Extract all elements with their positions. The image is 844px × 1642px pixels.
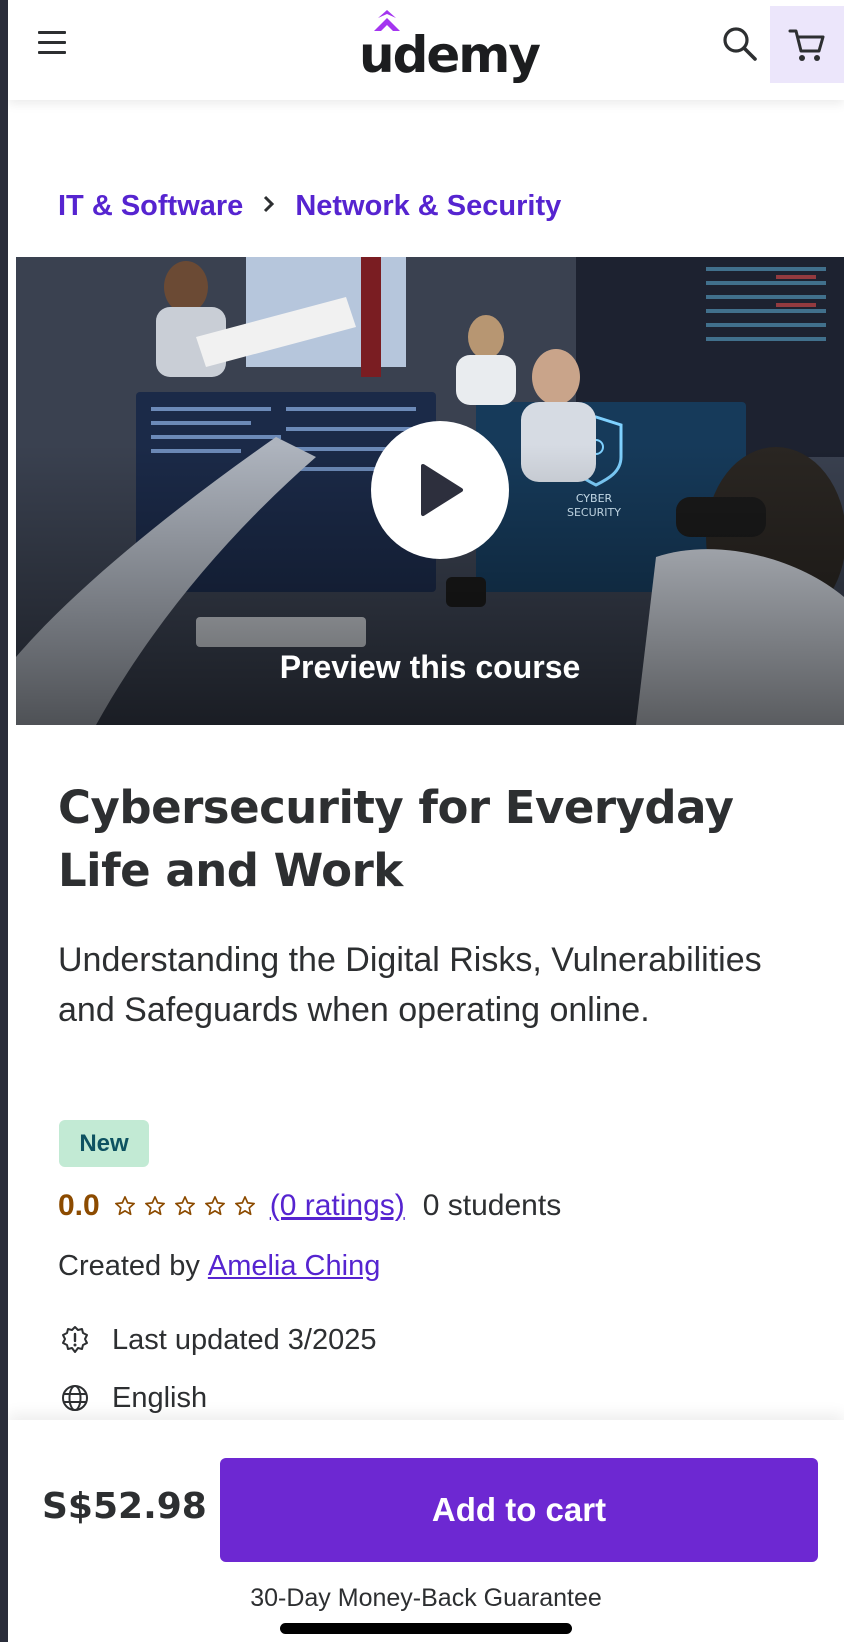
last-updated-text: Last updated 3/2025	[112, 1323, 377, 1356]
new-badge: New	[59, 1120, 149, 1167]
course-price: S$52.98	[42, 1486, 207, 1527]
play-icon[interactable]	[371, 421, 509, 559]
created-by: Created by Amelia Ching	[58, 1246, 380, 1286]
language-row: English	[60, 1378, 207, 1418]
shopping-cart-icon[interactable]	[770, 6, 844, 83]
udemy-logo[interactable]: udemy	[359, 10, 541, 80]
ratings-count-link[interactable]: (0 ratings)	[270, 1189, 405, 1223]
course-title: Cybersecurity for Everyday Life and Work	[58, 781, 734, 897]
language-text: English	[112, 1381, 208, 1414]
hamburger-menu-icon[interactable]	[30, 24, 74, 60]
created-by-label: Created by	[58, 1249, 200, 1282]
rating-row: 0.0 (0 ratings) 0 students	[58, 1186, 561, 1226]
breadcrumb-item-it-software[interactable]: IT & Software	[58, 190, 243, 223]
home-indicator	[280, 1623, 572, 1634]
course-page: udemy IT & Software Network & Security P…	[8, 0, 844, 1642]
top-header: udemy	[8, 0, 844, 100]
star-empty-icon	[144, 1196, 165, 1216]
breadcrumb: IT & Software Network & Security	[58, 186, 561, 226]
star-empty-icon	[204, 1196, 225, 1216]
logo-wordmark: udemy	[359, 26, 541, 84]
purchase-bar: S$52.98 Add to cart 30-Day Money-Back Gu…	[8, 1420, 844, 1642]
alert-badge-icon	[62, 1326, 88, 1353]
globe-icon	[62, 1385, 88, 1411]
course-subtitle: Understanding the Digital Risks, Vulnera…	[58, 941, 762, 1029]
last-updated-row: Last updated 3/2025	[60, 1320, 376, 1360]
course-preview-video[interactable]: CYBER SECURITY	[16, 257, 844, 725]
star-empty-icon	[234, 1196, 255, 1216]
logo-hat-icon	[374, 10, 400, 31]
rating-value: 0.0	[58, 1189, 100, 1222]
author-link[interactable]: Amelia Ching	[208, 1250, 380, 1283]
search-icon[interactable]	[718, 22, 762, 66]
add-to-cart-button[interactable]: Add to cart	[220, 1458, 818, 1562]
chevron-right-icon	[261, 191, 277, 222]
rating-stars	[114, 1195, 256, 1217]
students-count: 0 students	[422, 1189, 562, 1222]
preview-label: Preview this course	[279, 649, 581, 685]
money-back-guarantee: 30-Day Money-Back Guarantee	[250, 1584, 602, 1612]
breadcrumb-item-network-security[interactable]: Network & Security	[295, 190, 561, 223]
star-empty-icon	[174, 1196, 195, 1216]
star-empty-icon	[114, 1196, 135, 1216]
